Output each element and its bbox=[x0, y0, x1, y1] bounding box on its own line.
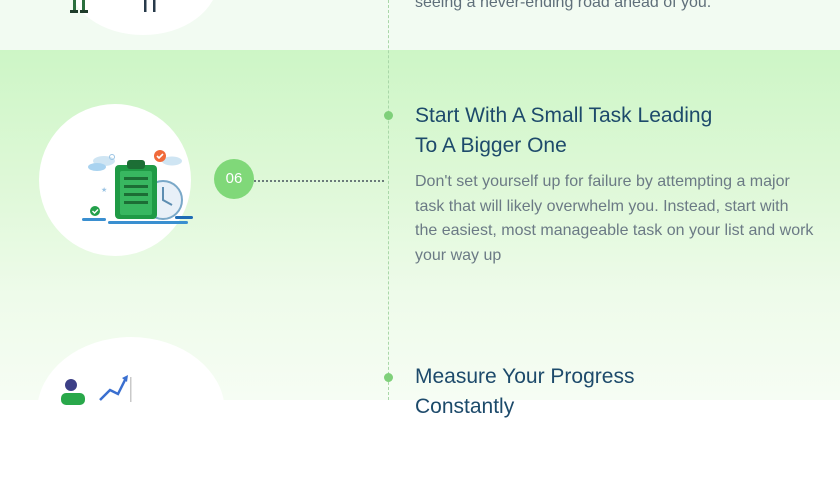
step-title-line-1: Start With A Small Task Leading bbox=[415, 104, 713, 127]
clipboard-checklist-icon: ★ bbox=[82, 150, 193, 224]
step-title: Start With A Small Task Leading To A Big… bbox=[415, 101, 815, 161]
timeline-dot-next bbox=[384, 373, 393, 382]
step-description: Don't set yourself up for failure by att… bbox=[415, 173, 814, 264]
timeline-line bbox=[388, 0, 389, 400]
next-step-illustration-circle bbox=[37, 337, 225, 487]
person-growth-chart-icon bbox=[61, 375, 132, 405]
timeline-dot bbox=[384, 111, 393, 120]
step-number-badge: 06 bbox=[214, 159, 254, 199]
walking-person-icon bbox=[70, 0, 156, 13]
next-step-title-line-1: Measure Your Progress bbox=[415, 365, 635, 388]
next-step-title: Measure Your Progress Constantly bbox=[415, 362, 815, 422]
svg-text:★: ★ bbox=[101, 186, 107, 194]
next-step-title-line-2: Constantly bbox=[415, 395, 515, 418]
step-connector-line bbox=[254, 180, 384, 182]
step-title-line-2: To A Bigger One bbox=[415, 134, 567, 157]
previous-step-description: seeing a never-ending road ahead of you. bbox=[415, 0, 712, 11]
